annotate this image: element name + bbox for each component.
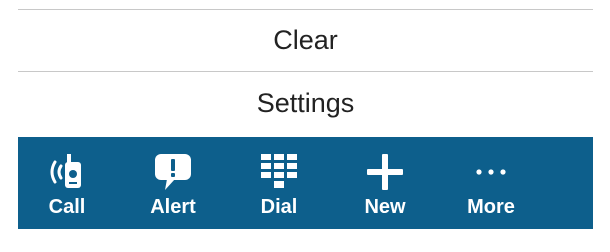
menu-item-clear[interactable]: Clear [18, 9, 593, 71]
plus-icon [363, 152, 407, 192]
tab-label: Alert [150, 196, 196, 218]
menu-item-settings[interactable]: Settings [18, 71, 593, 135]
overflow-menu: Clear Settings [18, 0, 593, 135]
dialpad-icon [257, 152, 301, 192]
radio-call-icon [45, 152, 89, 192]
tab-label: Dial [260, 196, 298, 218]
tab-label: More [467, 196, 515, 218]
menu-item-label: Settings [256, 88, 355, 118]
tab-new[interactable]: New [332, 137, 438, 229]
tab-label: New [364, 196, 406, 218]
alert-bubble-icon [151, 152, 195, 192]
more-dots-icon [469, 152, 513, 192]
tab-dial[interactable]: Dial [226, 137, 332, 229]
tab-more[interactable]: More [438, 137, 544, 229]
menu-item-label: Clear [273, 25, 338, 55]
tab-label: Call [48, 196, 86, 218]
tab-alert[interactable]: Alert [120, 137, 226, 229]
tab-call[interactable]: Call [14, 137, 120, 229]
bottom-tab-bar: Call Alert Dial New More [18, 137, 593, 229]
